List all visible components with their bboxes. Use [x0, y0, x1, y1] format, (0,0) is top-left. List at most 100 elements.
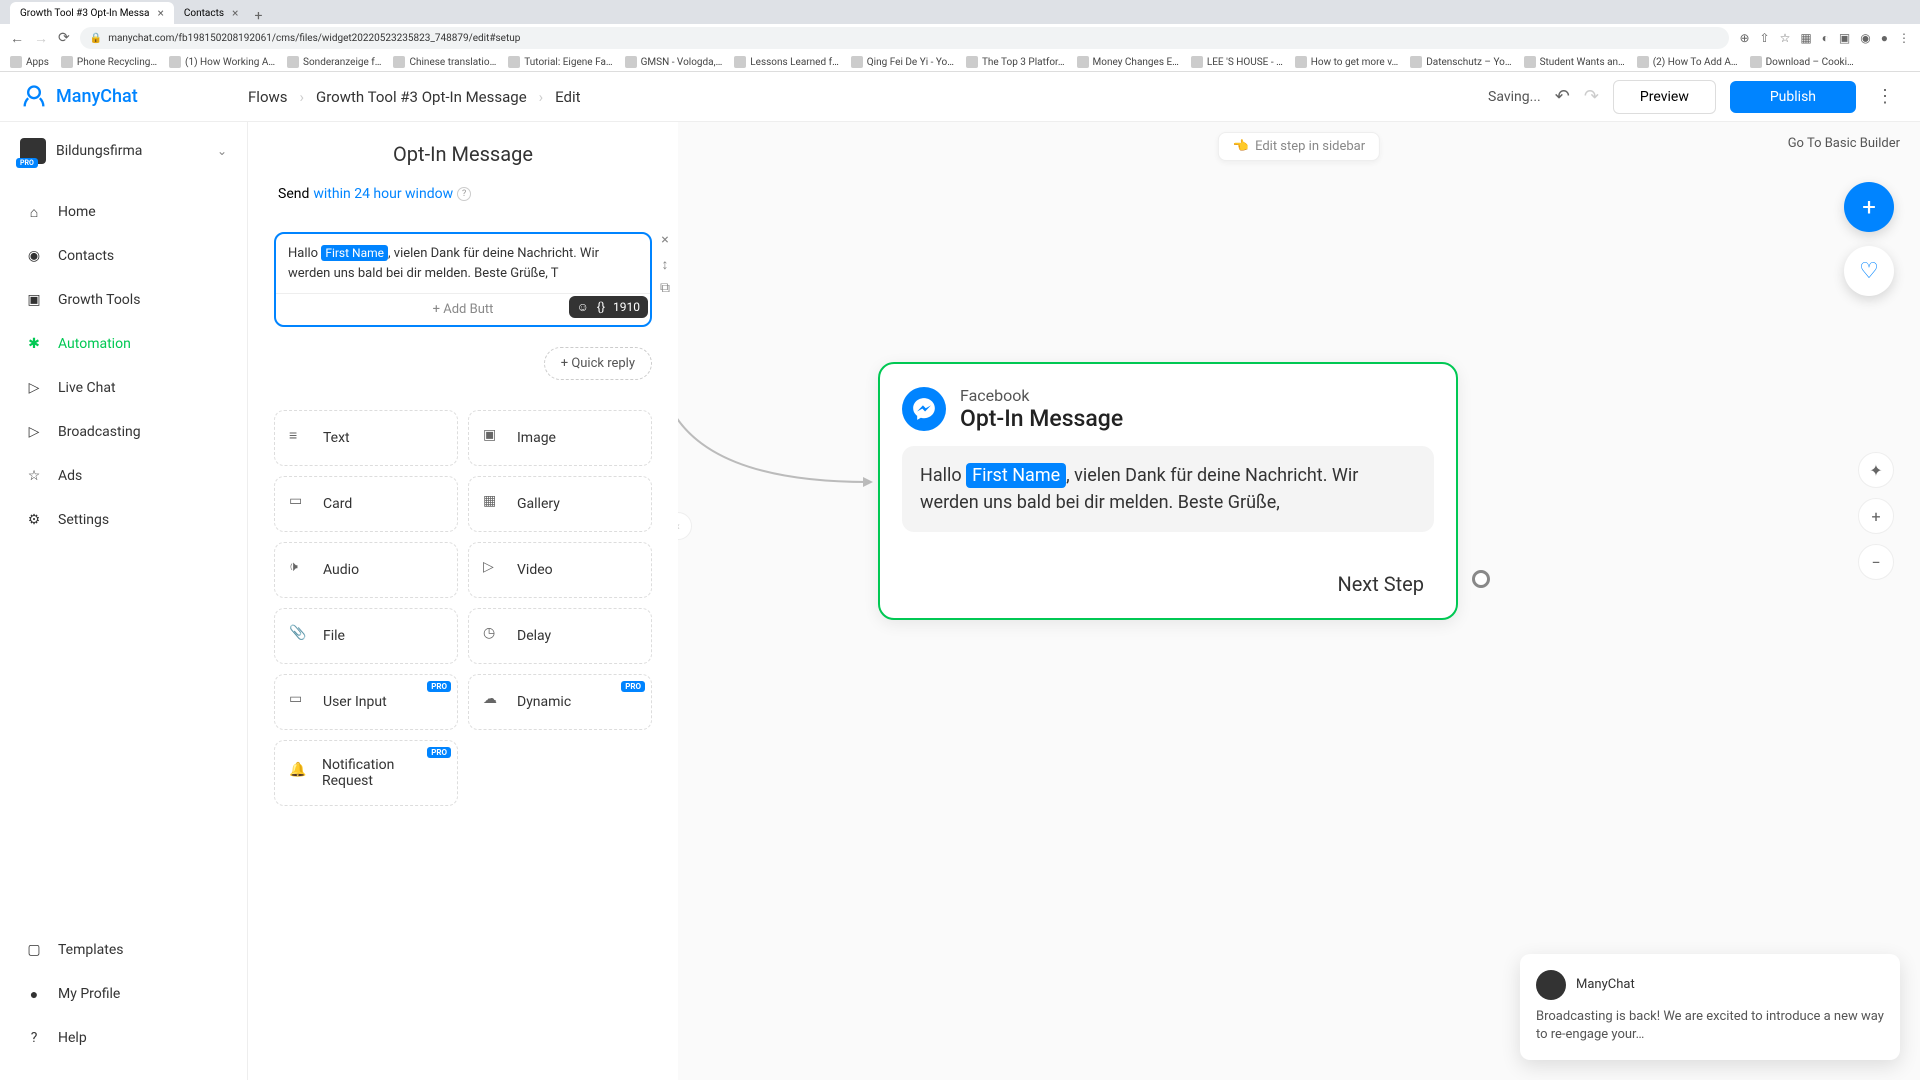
variable-icon[interactable]: {}	[597, 300, 605, 314]
sidebar-item-ads[interactable]: ☆Ads	[0, 454, 247, 498]
bookmark-item[interactable]: (1) How Working A…	[169, 56, 275, 68]
extension-icon[interactable]: ◐	[1822, 31, 1829, 45]
bookmark-icon	[169, 56, 181, 68]
message-block[interactable]: Hallo First Name, vielen Dank für deine …	[274, 232, 652, 327]
bookmark-item[interactable]: Money Changes E…	[1077, 56, 1179, 68]
extension-icon[interactable]: ◉	[1860, 31, 1870, 45]
content-tiles: ≡Text ▣Image ▭Card ▦Gallery 🕩Audio ▷Vide…	[248, 400, 678, 816]
bookmark-item[interactable]: Apps	[10, 56, 49, 68]
reload-icon[interactable]: ⟳	[58, 30, 70, 46]
bookmark-item[interactable]: Phone Recycling…	[61, 56, 157, 68]
profile-icon: ●	[24, 984, 44, 1004]
sidebar-item-templates[interactable]: ▢Templates	[0, 928, 247, 972]
edit-step-hint[interactable]: 👈 Edit step in sidebar	[1218, 132, 1380, 161]
flow-step-card[interactable]: Facebook Opt-In Message Hallo First Name…	[878, 362, 1458, 620]
bookmark-item[interactable]: GMSN - Vologda,…	[625, 56, 723, 68]
collapse-panel-button[interactable]: ‹	[678, 512, 692, 540]
preview-button[interactable]: Preview	[1613, 80, 1716, 114]
sidebar-item-livechat[interactable]: ▷Live Chat	[0, 366, 247, 410]
growth-icon: ▣	[24, 290, 44, 310]
breadcrumb-item[interactable]: Growth Tool #3 Opt-In Message	[316, 88, 527, 106]
bookmark-item[interactable]: Tutorial: Eigene Fa…	[508, 56, 612, 68]
tile-video[interactable]: ▷Video	[468, 542, 652, 598]
avatar-icon[interactable]: ●	[1881, 31, 1888, 45]
tile-image[interactable]: ▣Image	[468, 410, 652, 466]
sidebar-item-help[interactable]: ?Help	[0, 1016, 247, 1060]
zoom-icon[interactable]: ⊕	[1739, 31, 1749, 45]
tile-text[interactable]: ≡Text	[274, 410, 458, 466]
close-icon[interactable]: ×	[232, 6, 238, 20]
tile-file[interactable]: 📎File	[274, 608, 458, 664]
quick-reply-button[interactable]: + Quick reply	[544, 347, 652, 380]
emoji-icon[interactable]: ☺	[577, 300, 589, 314]
bookmark-item[interactable]: Download – Cooki…	[1750, 56, 1854, 68]
favorite-button[interactable]: ♡	[1844, 246, 1894, 296]
extension-icon[interactable]: ▦	[1800, 31, 1811, 45]
message-text-input[interactable]: Hallo First Name, vielen Dank für deine …	[276, 234, 650, 294]
next-step-label[interactable]: Next Step	[902, 572, 1434, 596]
sidebar-item-growth[interactable]: ▣Growth Tools	[0, 278, 247, 322]
close-icon[interactable]: ×	[656, 232, 674, 250]
org-selector[interactable]: PRO Bildungsfirma ⌄	[0, 122, 247, 180]
browser-tab-active[interactable]: Growth Tool #3 Opt-In Messa ×	[10, 2, 174, 24]
bookmark-item[interactable]: LEE 'S HOUSE - …	[1191, 56, 1283, 68]
tile-delay[interactable]: ◷Delay	[468, 608, 652, 664]
back-icon[interactable]: ←	[10, 30, 24, 47]
resize-icon[interactable]: ↕	[656, 256, 674, 274]
new-tab-button[interactable]: +	[248, 8, 268, 24]
url-input[interactable]: 🔒 manychat.com/fb198150208192061/cms/fil…	[80, 27, 1730, 49]
bookmark-item[interactable]: (2) How To Add A…	[1637, 56, 1738, 68]
tile-card[interactable]: ▭Card	[274, 476, 458, 532]
undo-icon[interactable]: ↶	[1555, 86, 1570, 107]
send-window-link[interactable]: within 24 hour window	[313, 186, 453, 202]
bookmark-item[interactable]: Qing Fei De Yi - Yo…	[851, 56, 954, 68]
bookmark-item[interactable]: Sonderanzeige f…	[287, 56, 381, 68]
sidebar-item-settings[interactable]: ⚙Settings	[0, 498, 247, 542]
tab-bar: Growth Tool #3 Opt-In Messa × Contacts ×…	[0, 0, 1920, 24]
more-icon[interactable]: ⋮	[1870, 86, 1900, 107]
tile-audio[interactable]: 🕩Audio	[274, 542, 458, 598]
bookmark-item[interactable]: The Top 3 Platfor…	[966, 56, 1065, 68]
file-icon: 📎	[289, 625, 311, 647]
sidebar-item-profile[interactable]: ●My Profile	[0, 972, 247, 1016]
breadcrumb-item[interactable]: Flows	[248, 88, 288, 106]
magic-icon[interactable]: ✦	[1858, 452, 1894, 488]
connector-line	[678, 342, 888, 542]
pro-badge: PRO	[427, 681, 451, 692]
copy-icon[interactable]: ⧉	[656, 280, 674, 298]
browser-tab[interactable]: Contacts ×	[174, 2, 249, 24]
add-button-row[interactable]: + Add Butt ☺ {} 1910	[276, 294, 650, 325]
org-name: Bildungsfirma	[56, 143, 207, 159]
menu-icon[interactable]: ⋮	[1898, 31, 1910, 45]
editor-panel: Opt-In Message Send within 24 hour windo…	[248, 122, 678, 1080]
sidebar-item-contacts[interactable]: ◉Contacts	[0, 234, 247, 278]
sidebar-item-broadcasting[interactable]: ▷Broadcasting	[0, 410, 247, 454]
sidebar-item-home[interactable]: ⌂Home	[0, 190, 247, 234]
logo[interactable]: ManyChat	[20, 83, 248, 111]
sidebar-item-automation[interactable]: ✱Automation	[0, 322, 247, 366]
tile-gallery[interactable]: ▦Gallery	[468, 476, 652, 532]
output-connector[interactable]	[1472, 570, 1490, 588]
notification-toast[interactable]: ManyChat Broadcasting is back! We are ex…	[1520, 954, 1900, 1060]
tile-userinput[interactable]: ▭User InputPRO	[274, 674, 458, 730]
zoom-in-button[interactable]: +	[1858, 498, 1894, 534]
star-icon[interactable]: ☆	[1780, 31, 1791, 45]
info-icon[interactable]: ?	[457, 187, 471, 201]
flow-canvas[interactable]: ‹ 👈 Edit step in sidebar Go To Basic Bui…	[678, 122, 1920, 1080]
bookmark-item[interactable]: Lessons Learned f…	[734, 56, 839, 68]
basic-builder-link[interactable]: Go To Basic Builder	[1788, 136, 1900, 151]
bookmark-item[interactable]: Chinese translatio…	[393, 56, 496, 68]
forward-icon[interactable]: →	[34, 30, 48, 47]
extension-icon[interactable]: ▣	[1839, 31, 1850, 45]
add-step-button[interactable]: +	[1844, 182, 1894, 232]
bookmark-item[interactable]: Student Wants an…	[1524, 56, 1625, 68]
variable-tag[interactable]: First Name	[321, 245, 388, 261]
bookmark-item[interactable]: Datenschutz – Yo…	[1410, 56, 1511, 68]
bookmark-item[interactable]: How to get more v…	[1295, 56, 1398, 68]
tile-notification[interactable]: 🔔Notification RequestPRO	[274, 740, 458, 806]
publish-button[interactable]: Publish	[1730, 81, 1856, 113]
close-icon[interactable]: ×	[158, 6, 164, 20]
zoom-out-button[interactable]: −	[1858, 544, 1894, 580]
tile-dynamic[interactable]: ☁DynamicPRO	[468, 674, 652, 730]
share-icon[interactable]: ⇧	[1760, 31, 1770, 45]
